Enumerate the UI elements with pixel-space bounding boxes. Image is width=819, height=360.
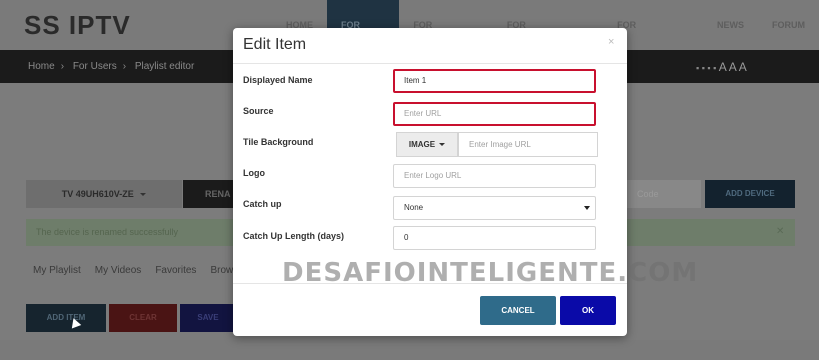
source-label: Source xyxy=(243,106,274,116)
chevron-down-icon xyxy=(439,143,446,147)
add-item-button[interactable]: ADD ITEM xyxy=(26,304,106,332)
breadcrumb-for-users[interactable]: For Users xyxy=(73,61,117,72)
rename-button[interactable]: RENA xyxy=(183,180,235,208)
catch-up-label: Catch up xyxy=(243,199,282,209)
catch-up-length-label: Catch Up Length (days) xyxy=(243,231,345,241)
save-button[interactable]: SAVE xyxy=(180,304,236,332)
device-code-input[interactable]: Code xyxy=(627,180,701,208)
cancel-button[interactable]: CANCEL xyxy=(480,296,556,325)
chevron-down-icon xyxy=(584,206,590,210)
add-device-button[interactable]: ADD DEVICE xyxy=(705,180,795,208)
tile-background-type-dropdown[interactable]: IMAGE xyxy=(396,132,458,157)
logo-label: Logo xyxy=(243,168,265,178)
playlist-tabs: My Playlist My Videos Favorites Brow xyxy=(33,265,233,276)
tab-my-playlist[interactable]: My Playlist xyxy=(33,265,81,276)
close-icon[interactable]: ✕ xyxy=(776,226,784,237)
catch-up-select[interactable]: None xyxy=(393,196,596,220)
close-icon[interactable]: × xyxy=(608,36,614,48)
catch-up-length-input[interactable]: 0 xyxy=(393,226,596,250)
displayed-name-input[interactable]: Item 1 xyxy=(393,69,596,93)
tab-my-videos[interactable]: My Videos xyxy=(95,265,142,276)
logo-input[interactable]: Enter Logo URL xyxy=(393,164,596,188)
watermark: DESAFIOINTELIGENTE.COM xyxy=(282,258,699,288)
clear-button[interactable]: CLEAR xyxy=(109,304,177,332)
image-type-label: IMAGE xyxy=(408,140,436,149)
edit-item-dialog: Edit Item × Displayed Name Item 1 Source… xyxy=(233,28,627,336)
ok-button[interactable]: OK xyxy=(560,296,616,325)
nav-forum[interactable]: FORUM xyxy=(758,0,819,50)
dialog-title: Edit Item xyxy=(243,36,307,53)
language-flags[interactable]: ▪ ▪ ▪ ▪ A A A xyxy=(696,60,747,74)
displayed-name-label: Displayed Name xyxy=(243,75,313,85)
bottom-strip xyxy=(0,340,819,360)
dialog-header-divider xyxy=(233,63,627,64)
breadcrumb-playlist-editor: Playlist editor xyxy=(134,61,195,72)
breadcrumb: Home › For Users › Playlist editor xyxy=(28,61,195,72)
device-select-label: TV 49UH610V-ZE xyxy=(61,189,134,199)
device-select[interactable]: TV 49UH610V-ZE xyxy=(26,180,182,208)
tile-background-input[interactable]: Enter Image URL xyxy=(458,132,598,157)
chevron-down-icon xyxy=(140,193,147,197)
nav-news[interactable]: NEWS xyxy=(703,0,758,50)
catch-up-value: None xyxy=(404,203,424,212)
site-logo[interactable]: SS IPTV xyxy=(24,10,131,41)
tab-browse[interactable]: Brow xyxy=(210,265,233,276)
breadcrumb-home[interactable]: Home xyxy=(28,61,55,72)
source-input[interactable]: Enter URL xyxy=(393,102,596,126)
tab-favorites[interactable]: Favorites xyxy=(155,265,196,276)
tile-background-label: Tile Background xyxy=(243,137,314,147)
font-size-controls[interactable]: A A A xyxy=(719,60,747,74)
